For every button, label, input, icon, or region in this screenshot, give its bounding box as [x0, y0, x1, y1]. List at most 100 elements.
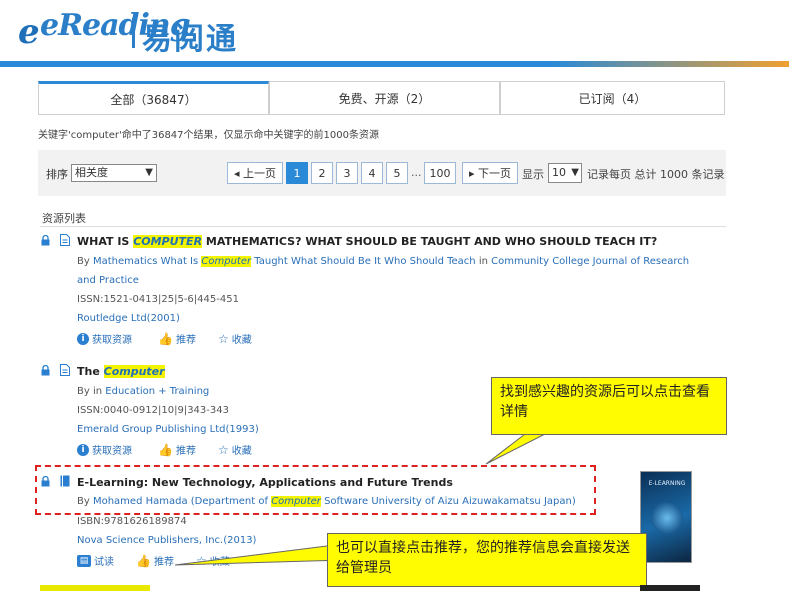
per-page-value: 10 — [552, 166, 566, 179]
lock-icon — [41, 235, 50, 246]
keyword-highlight: Computer — [201, 256, 252, 267]
chevron-down-icon: ▼ — [145, 167, 153, 178]
author-link[interactable]: Software University of Aizu Aizuwakamats… — [321, 496, 576, 507]
result-summary: 关键字'computer'命中了36847个结果，仅显示命中关键字的前1000条… — [38, 130, 379, 141]
favorite-button[interactable]: ☆ 收藏 — [196, 553, 230, 569]
record-authors: By Mathematics What Is Computer Taught W… — [77, 256, 689, 267]
per-page-label: 显示 — [522, 168, 544, 181]
by-label: By — [77, 386, 90, 397]
star-icon: ☆ — [196, 553, 207, 568]
recommend-button[interactable]: 👍 推荐 — [158, 331, 196, 347]
publisher-link[interactable]: Emerald Group Publishing Ltd(1993) — [77, 424, 259, 435]
header-accent-line — [0, 61, 789, 67]
recommend-button[interactable]: 👍 推荐 — [136, 553, 174, 569]
action-label: 试读 — [94, 557, 114, 568]
per-page-select[interactable]: 10 ▼ — [548, 163, 582, 183]
page-button-2[interactable]: 2 — [311, 162, 333, 184]
title-text: WHAT IS — [77, 235, 134, 248]
publisher-link[interactable]: Routledge Ltd(2001) — [77, 313, 180, 324]
book-cover-title: E-LEARNING — [648, 480, 686, 487]
next-page-button[interactable]: ▸ 下一页 — [462, 162, 518, 184]
action-label: 收藏 — [231, 335, 252, 346]
page-ellipsis: ... — [411, 166, 422, 179]
document-icon — [60, 234, 70, 246]
record-title[interactable]: The Computer — [77, 365, 165, 378]
book-cover-art — [651, 502, 683, 534]
sort-value: 相关度 — [75, 166, 108, 179]
favorite-button[interactable]: ☆ 收藏 — [218, 442, 252, 458]
action-label: 推荐 — [175, 335, 196, 346]
preview-icon: ▤ — [77, 554, 91, 567]
header: e eReading 易阅通 — [0, 0, 789, 62]
thumbs-up-icon: 👍 — [158, 331, 173, 346]
source-link-continued[interactable]: and Practice — [77, 275, 139, 286]
action-label: 收藏 — [231, 446, 252, 457]
preview-button[interactable]: ▤ 试读 — [77, 553, 114, 568]
title-text: MATHEMATICS? WHAT SHOULD BE TAUGHT AND W… — [202, 235, 658, 248]
chevron-down-icon: ▼ — [571, 167, 579, 178]
page-button-100[interactable]: 100 — [424, 162, 456, 184]
source-link[interactable]: Education + Training — [105, 386, 209, 397]
thumbs-up-icon: 👍 — [158, 442, 173, 457]
star-icon: ☆ — [218, 331, 229, 346]
tab-free-open[interactable]: 免费、开源（2） — [269, 81, 500, 115]
sort-label: 排序 — [46, 168, 68, 181]
list-title: 资源列表 — [42, 212, 86, 225]
page-button-5[interactable]: 5 — [386, 162, 408, 184]
by-label: By — [77, 256, 90, 267]
action-label: 获取资源 — [92, 446, 132, 457]
lock-icon — [41, 476, 50, 487]
logo-divider — [132, 18, 135, 48]
record-authors: By in Education + Training — [77, 386, 209, 397]
page-button-1[interactable]: 1 — [286, 162, 308, 184]
book-icon — [60, 475, 70, 487]
logo-mark: e — [18, 12, 40, 52]
action-label: 推荐 — [175, 446, 196, 457]
source-link[interactable]: Community College Journal of Research — [491, 256, 689, 267]
action-label: 收藏 — [209, 557, 230, 568]
star-icon: ☆ — [218, 442, 229, 457]
callout-recommend: 也可以直接点击推荐，您的推荐信息会直接发送给管理员 — [327, 533, 647, 587]
publisher-link[interactable]: Nova Science Publishers, Inc.(2013) — [77, 535, 256, 546]
info-icon: i — [77, 443, 89, 456]
record-title[interactable]: E-Learning: New Technology, Applications… — [77, 476, 453, 489]
keyword-highlight: Computer — [103, 365, 165, 378]
tab-all[interactable]: 全部（36847） — [38, 81, 269, 115]
by-label: By — [77, 496, 90, 507]
thumbs-up-icon: 👍 — [136, 553, 151, 568]
action-label: 推荐 — [153, 557, 174, 568]
title-text: The — [77, 365, 104, 378]
record-issn: ISSN:1521-0413|25|5-6|445-451 — [77, 294, 239, 305]
keyword-highlight: Computer — [271, 496, 321, 507]
highlight-box — [35, 465, 596, 515]
record-authors: By Mohamed Hamada (Department of Compute… — [77, 496, 576, 507]
prev-page-button[interactable]: ◂ 上一页 — [227, 162, 283, 184]
record-issn: ISSN:0040-0912|10|9|343-343 — [77, 405, 229, 416]
tab-subscribed[interactable]: 已订阅（4） — [500, 81, 725, 115]
record-isbn: ISBN:9781626189874 — [77, 516, 187, 527]
get-resource-button[interactable]: i 获取资源 — [77, 331, 132, 346]
page-button-4[interactable]: 4 — [361, 162, 383, 184]
get-resource-button[interactable]: i 获取资源 — [77, 442, 132, 457]
keyword-highlight: COMPUTER — [133, 235, 203, 248]
in-label: in — [92, 386, 103, 397]
document-icon — [60, 364, 70, 376]
favorite-button[interactable]: ☆ 收藏 — [218, 331, 252, 347]
next-record-cover-fragment — [640, 585, 700, 591]
recommend-button[interactable]: 👍 推荐 — [158, 442, 196, 458]
page-button-3[interactable]: 3 — [336, 162, 358, 184]
author-link[interactable]: Mohamed Hamada (Department of — [93, 496, 271, 507]
info-icon: i — [77, 332, 89, 345]
next-record-fragment — [40, 585, 150, 591]
in-label: in — [478, 256, 488, 267]
per-page-summary: 记录每页 总计 1000 条记录 — [587, 168, 725, 181]
callout-view-details: 找到感兴趣的资源后可以点击查看详情 — [491, 377, 727, 435]
logo-chinese: 易阅通 — [142, 22, 238, 57]
author-link[interactable]: Mathematics What Is — [93, 256, 201, 267]
sort-select[interactable]: 相关度 ▼ — [71, 164, 157, 182]
lock-icon — [41, 365, 50, 376]
action-label: 获取资源 — [92, 335, 132, 346]
author-link[interactable]: Taught What Should Be It Who Should Teac… — [251, 256, 475, 267]
book-cover[interactable]: E-LEARNING — [640, 471, 692, 563]
record-title[interactable]: WHAT IS COMPUTER MATHEMATICS? WHAT SHOUL… — [77, 235, 657, 248]
